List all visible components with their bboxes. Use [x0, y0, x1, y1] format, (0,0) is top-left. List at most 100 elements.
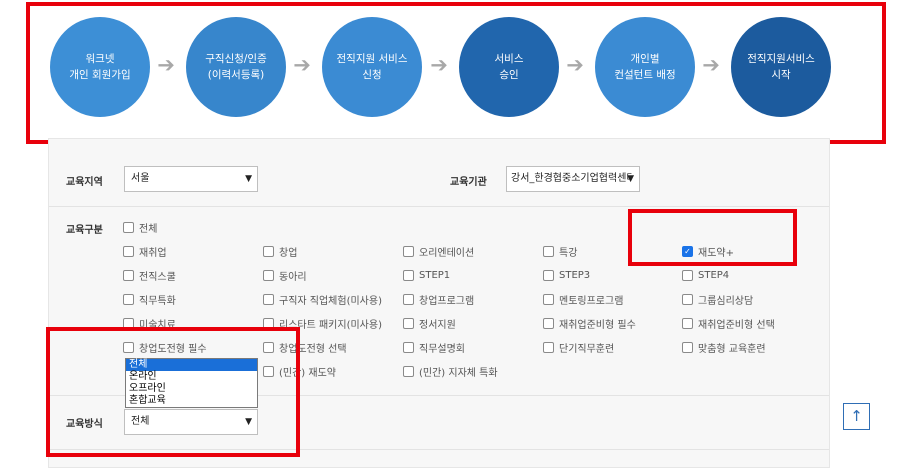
scroll-top-button[interactable]: ↑	[843, 403, 870, 430]
category-checkbox[interactable]: 재취업	[123, 244, 167, 259]
category-checkbox[interactable]: 창업도전형 선택	[263, 340, 347, 355]
checkbox-box[interactable]	[263, 269, 274, 281]
arrow-right-icon: ➔	[293, 53, 311, 77]
category-checkbox-label: 리스타트 패키지(미사용)	[279, 319, 382, 331]
chevron-down-icon: ▼	[245, 174, 252, 184]
checkbox-box[interactable]	[123, 245, 134, 257]
category-label: 교육구분	[66, 225, 103, 236]
checkbox-box[interactable]	[123, 341, 134, 353]
category-checkbox-label: 특강	[559, 247, 578, 259]
checkbox-box[interactable]	[543, 269, 554, 281]
checkbox-box[interactable]	[263, 317, 274, 329]
step-6-line2: 시작	[771, 69, 791, 81]
filter-panel: 교육지역 서울 ▼ 교육기관 강서_한경협중소기업협력센터 ▼ 교육구분 전체 …	[48, 138, 830, 468]
step-3-circle: 전직지원 서비스 신청	[322, 17, 422, 117]
checkbox-box[interactable]	[263, 365, 274, 377]
checkbox-box[interactable]	[123, 269, 134, 281]
checkbox-box[interactable]	[263, 341, 274, 353]
category-checkbox[interactable]: (민간) 재도약	[263, 364, 336, 379]
category-checkbox[interactable]: 오리엔테이션	[403, 244, 474, 259]
step-4-line1: 서비스	[494, 53, 524, 65]
category-checkbox[interactable]: 단기직무훈련	[543, 340, 615, 355]
category-checkbox-label: STEP1	[419, 269, 451, 281]
step-3-line2: 신청	[362, 69, 382, 81]
category-checkbox-label: 단기직무훈련	[559, 343, 615, 355]
checkbox-box[interactable]	[543, 317, 554, 329]
method-select[interactable]: 전체 ▼	[124, 409, 258, 435]
category-checkbox[interactable]: 동아리	[263, 268, 307, 283]
checkbox-box[interactable]	[403, 269, 414, 281]
category-checkbox-label: 정서지원	[419, 319, 456, 331]
method-select-value: 전체	[131, 416, 150, 427]
category-checkbox-all[interactable]: 전체	[123, 220, 157, 235]
category-checkbox[interactable]: 재취업준비형 필수	[543, 316, 636, 331]
category-checkbox[interactable]: 리스타트 패키지(미사용)	[263, 316, 382, 331]
checkbox-box[interactable]	[123, 293, 134, 305]
checkbox-box[interactable]	[123, 221, 134, 233]
category-checkbox[interactable]: 창업	[263, 244, 297, 259]
checkbox-box[interactable]	[403, 341, 414, 353]
arrow-right-icon: ➔	[566, 53, 584, 77]
category-checkbox[interactable]: 직무설명회	[403, 340, 465, 355]
category-checkbox[interactable]: 멘토링프로그램	[543, 292, 624, 307]
checkbox-box[interactable]	[682, 317, 693, 329]
category-checkbox[interactable]: STEP3	[543, 268, 590, 282]
checkbox-box[interactable]	[263, 293, 274, 305]
step-2-line2: (이력서등록)	[207, 69, 265, 81]
region-select[interactable]: 서울 ▼	[124, 166, 258, 192]
category-checkbox[interactable]: ✓ 재도약+	[682, 244, 734, 259]
category-checkbox-label: 창업도전형 필수	[139, 343, 207, 355]
arrow-right-icon: ➔	[702, 53, 720, 77]
category-checkbox-label: 재취업준비형 선택	[698, 319, 775, 331]
step-2-circle: 구직신청/인증 (이력서등록)	[186, 17, 286, 117]
org-select[interactable]: 강서_한경협중소기업협력센터 ▼	[506, 166, 640, 192]
category-checkbox[interactable]: (민간) 지자체 특화	[403, 364, 498, 379]
step-1-line2: 개인 회원가입	[69, 69, 131, 81]
category-checkbox[interactable]: 그룹심리상담	[682, 292, 753, 307]
category-checkbox[interactable]: 직무특화	[123, 292, 176, 307]
category-checkbox[interactable]: 맞춤형 교육훈련	[682, 340, 766, 355]
method-option[interactable]: 오프라인	[126, 383, 257, 395]
checkbox-box[interactable]	[123, 317, 134, 329]
method-option[interactable]: 혼합교육	[126, 395, 257, 407]
org-label: 교육기관	[450, 177, 487, 188]
org-select-value: 강서_한경협중소기업협력센터	[511, 173, 633, 184]
category-checkbox[interactable]: 구직자 직업체험(미사용)	[263, 292, 382, 307]
category-checkbox[interactable]: 미술치료	[123, 316, 176, 331]
method-option[interactable]: 온라인	[126, 371, 257, 383]
category-checkbox[interactable]: STEP1	[403, 268, 450, 282]
category-checkbox[interactable]: 특강	[543, 244, 578, 259]
region-select-value: 서울	[131, 173, 150, 184]
category-checkbox[interactable]: 전직스쿨	[123, 268, 176, 283]
category-checkbox-label: 맞춤형 교육훈련	[698, 343, 766, 355]
arrow-right-icon: ➔	[430, 53, 448, 77]
checkbox-box[interactable]	[403, 365, 414, 377]
category-checkbox-label: 미술치료	[139, 319, 176, 331]
checkbox-box[interactable]	[682, 269, 693, 281]
category-checkbox[interactable]: 창업도전형 필수	[123, 340, 207, 355]
category-checkbox-label: STEP4	[698, 269, 730, 281]
category-checkbox[interactable]: 정서지원	[403, 316, 456, 331]
category-checkbox-label: 구직자 직업체험(미사용)	[279, 295, 382, 307]
checkbox-box[interactable]	[682, 293, 693, 305]
method-option[interactable]: 전체	[126, 359, 257, 371]
step-5-circle: 개인별 컨설턴트 배정	[595, 17, 695, 117]
checkbox-box[interactable]	[682, 341, 693, 353]
category-checkbox[interactable]: STEP4	[682, 268, 729, 282]
checkbox-box[interactable]	[403, 317, 414, 329]
checkbox-box[interactable]	[543, 245, 554, 257]
category-checkbox[interactable]: 재취업준비형 선택	[682, 316, 775, 331]
method-dropdown-list: 전체 온라인 오프라인 혼합교육	[125, 358, 258, 408]
checkmark-icon[interactable]: ✓	[682, 245, 693, 257]
checkbox-box[interactable]	[543, 341, 554, 353]
step-2-line1: 구직신청/인증	[205, 53, 267, 65]
chevron-down-icon: ▼	[245, 417, 252, 427]
divider	[49, 449, 829, 450]
category-checkbox[interactable]: 창업프로그램	[403, 292, 474, 307]
checkbox-box[interactable]	[403, 293, 414, 305]
category-checkbox-label: 멘토링프로그램	[559, 295, 624, 307]
region-label: 교육지역	[66, 177, 103, 188]
checkbox-box[interactable]	[263, 245, 274, 257]
checkbox-box[interactable]	[403, 245, 414, 257]
checkbox-box[interactable]	[543, 293, 554, 305]
